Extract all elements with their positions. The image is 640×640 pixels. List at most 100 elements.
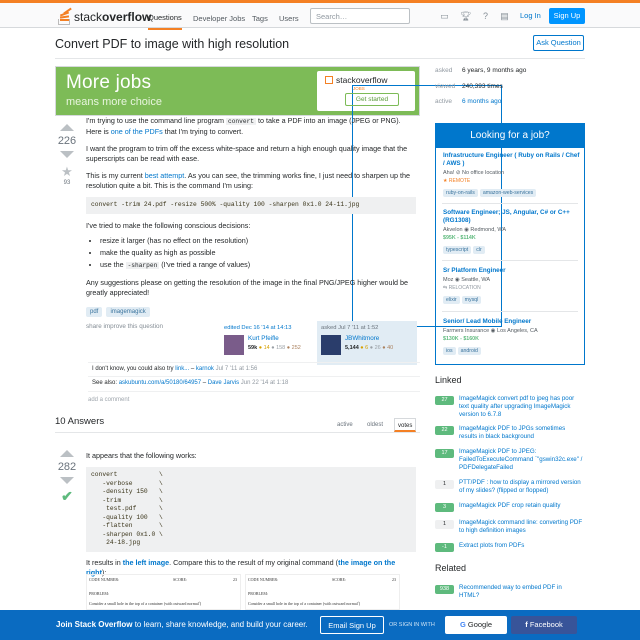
tab-votes[interactable]: votes bbox=[394, 418, 417, 432]
nav-developer-jobs[interactable]: Developer Jobs bbox=[193, 6, 245, 30]
facebook-icon: f bbox=[525, 620, 528, 629]
google-icon: G bbox=[459, 620, 466, 629]
question-vote-cell: 226 ★ 93 bbox=[55, 124, 79, 186]
top-bar: stackoverflow Questions Developer Jobs T… bbox=[0, 0, 640, 30]
accepted-check-icon: ✔ bbox=[61, 488, 73, 504]
tag-imagemagick[interactable]: imagemagick bbox=[106, 306, 150, 317]
stack-logo-icon bbox=[325, 76, 333, 84]
job-listing[interactable]: Senior/ Lead Mobile Engineer Farmers Ins… bbox=[443, 318, 581, 355]
login-link[interactable]: Log In bbox=[513, 8, 548, 24]
pdf-link[interactable]: one of the PDFs bbox=[111, 127, 163, 136]
related-title: Related bbox=[435, 563, 467, 573]
linked-item[interactable]: 1 ImageMagick command line: converting PD… bbox=[435, 519, 585, 541]
nav-tags[interactable]: Tags bbox=[252, 6, 268, 30]
comment-user[interactable]: Dave Jarvis bbox=[208, 380, 239, 386]
related-item[interactable]: 938 Recommended way to embed PDF in HTML? bbox=[435, 584, 585, 606]
comment: See also: askubuntu.com/a/50180/64957 – … bbox=[92, 380, 289, 386]
question-vote-count: 226 bbox=[57, 135, 77, 147]
or-sign-in-label: OR SIGN IN WITH bbox=[389, 622, 435, 628]
ad-headline: More jobs bbox=[66, 72, 152, 93]
achievements-icon[interactable]: 🏆︎ bbox=[460, 11, 471, 22]
list-item: resize it larger (has no effect on the r… bbox=[100, 235, 416, 247]
job-tag: mysql bbox=[461, 296, 482, 304]
edited-label[interactable]: edited Dec 16 '14 at 14:13 bbox=[224, 325, 310, 331]
signup-button[interactable]: Sign Up bbox=[549, 8, 585, 24]
nav-questions[interactable]: Questions bbox=[148, 6, 182, 30]
stack-logo-icon bbox=[58, 7, 72, 25]
google-signin-button[interactable]: G Google bbox=[445, 616, 507, 634]
comment-divider bbox=[88, 376, 420, 377]
job-tag: elixir bbox=[443, 296, 460, 304]
divider bbox=[55, 58, 585, 59]
job-tag: amazon-web-services bbox=[479, 189, 537, 197]
right-result-image[interactable]: CODE NUMBER: SCORE: 23 PROBLEM: Consider… bbox=[245, 574, 400, 610]
answers-count: 10 Answers bbox=[55, 416, 105, 427]
comment-user[interactable]: karnok bbox=[196, 366, 214, 372]
downvote-arrow-icon[interactable] bbox=[60, 151, 74, 158]
favorite-count: 93 bbox=[63, 180, 71, 186]
code-block: convert -trim 24.pdf -resize 500% -quali… bbox=[86, 197, 416, 214]
add-comment-link[interactable]: add a comment bbox=[88, 397, 129, 403]
upvote-arrow-icon[interactable] bbox=[60, 450, 74, 457]
job-tag: typescript bbox=[443, 246, 472, 254]
job-listing[interactable]: Infrastructure Engineer ( Ruby on Rails … bbox=[443, 152, 581, 197]
tab-active[interactable]: active bbox=[334, 418, 356, 432]
ask-question-button[interactable]: Ask Question bbox=[533, 35, 584, 51]
tab-oldest[interactable]: oldest bbox=[364, 418, 386, 432]
code-block: convert \ -verbose \ -density 150 \ -tri… bbox=[86, 467, 416, 552]
linked-item[interactable]: 22 ImageMagick PDF to JPGs sometimes resu… bbox=[435, 425, 585, 447]
list-item: make the quality as high as possible bbox=[100, 247, 416, 259]
stat-asked: asked 6 years, 9 months ago bbox=[435, 67, 527, 74]
left-result-image[interactable]: CODE NUMBER: SCORE: 23 PROBLEM: Consider… bbox=[86, 574, 241, 610]
asker-signature: asked Jul 7 '11 at 1:52 JBWhitmore 5,144… bbox=[317, 321, 417, 365]
question-title[interactable]: Convert PDF to image with high resolutio… bbox=[55, 37, 289, 51]
answer-vote-cell: 282 ✔ bbox=[55, 450, 79, 505]
answer-vote-count: 282 bbox=[57, 461, 77, 473]
signup-footer-banner: Join Stack Overflow to learn, share know… bbox=[0, 610, 640, 640]
editor-signature: edited Dec 16 '14 at 14:13 Kurt Pfeifle … bbox=[220, 321, 314, 365]
question-menu[interactable]: share improve this question bbox=[86, 323, 163, 330]
facebook-signin-button[interactable]: f Facebook bbox=[511, 616, 577, 634]
tag-pdf[interactable]: pdf bbox=[86, 306, 103, 317]
ad-get-started-button[interactable]: Get started bbox=[345, 93, 399, 106]
comment: I don't know, you could also try link...… bbox=[92, 366, 258, 372]
site-switcher-icon[interactable]: ▤ bbox=[499, 11, 510, 22]
editor-name[interactable]: Kurt Pfeifle bbox=[248, 335, 279, 342]
job-listing[interactable]: Software Engineer; JS, Angular, C# or C+… bbox=[443, 209, 581, 254]
upvote-arrow-icon[interactable] bbox=[60, 124, 74, 131]
avatar[interactable] bbox=[321, 335, 341, 355]
best-attempt-link[interactable]: best attempt bbox=[145, 171, 185, 180]
job-tag: ios bbox=[443, 347, 456, 355]
divider bbox=[442, 260, 578, 261]
nav-users[interactable]: Users bbox=[279, 6, 299, 30]
divider bbox=[55, 432, 420, 433]
avatar[interactable] bbox=[224, 335, 244, 355]
left-image-link[interactable]: the left image bbox=[123, 558, 169, 567]
email-signup-button[interactable]: Email Sign Up bbox=[320, 616, 384, 634]
jobs-ad-banner[interactable]: More jobs means more choice stackoverflo… bbox=[55, 66, 502, 327]
linked-item[interactable]: 27 ImageMagick convert pdf to jpeg has po… bbox=[435, 395, 585, 418]
asked-label: asked Jul 7 '11 at 1:52 bbox=[321, 325, 379, 331]
inbox-icon[interactable]: ▭ bbox=[439, 11, 450, 22]
question-paragraph: I'm trying to use the command line progr… bbox=[86, 116, 401, 136]
linked-item[interactable]: -1 Extract plots from PDFs bbox=[435, 542, 585, 564]
linked-title: Linked bbox=[435, 375, 462, 385]
site-logo[interactable]: stackoverflow bbox=[58, 7, 151, 26]
divider bbox=[442, 203, 578, 204]
logo-text-stack: stack bbox=[74, 10, 103, 24]
search-input[interactable]: Search… bbox=[310, 8, 410, 24]
question-paragraph: Any suggestions please on getting the re… bbox=[86, 277, 409, 297]
linked-item[interactable]: 1 PTT/PDF : how to display a mirrored ver… bbox=[435, 479, 585, 501]
job-tag: ruby-on-rails bbox=[443, 189, 478, 197]
jobs-panel: Looking for a job? Infrastructure Engine… bbox=[435, 123, 585, 365]
downvote-arrow-icon[interactable] bbox=[60, 477, 74, 484]
comment-divider bbox=[88, 391, 420, 392]
asker-name[interactable]: JBWhitmore bbox=[345, 335, 379, 342]
linked-item[interactable]: 17 ImageMagick PDF to JPEG: FailedToExecu… bbox=[435, 448, 585, 471]
question-body: I'm trying to use the command line progr… bbox=[86, 116, 416, 317]
help-icon[interactable]: ? bbox=[480, 11, 491, 22]
divider bbox=[442, 311, 578, 312]
favorite-star-icon[interactable]: ★ bbox=[55, 164, 79, 180]
job-listing[interactable]: Sr Platform Engineer Moz ◉ Seattle, WA ⇆… bbox=[443, 267, 581, 304]
ad-logo-box: stackoverflow JOBS Get started bbox=[317, 71, 502, 327]
